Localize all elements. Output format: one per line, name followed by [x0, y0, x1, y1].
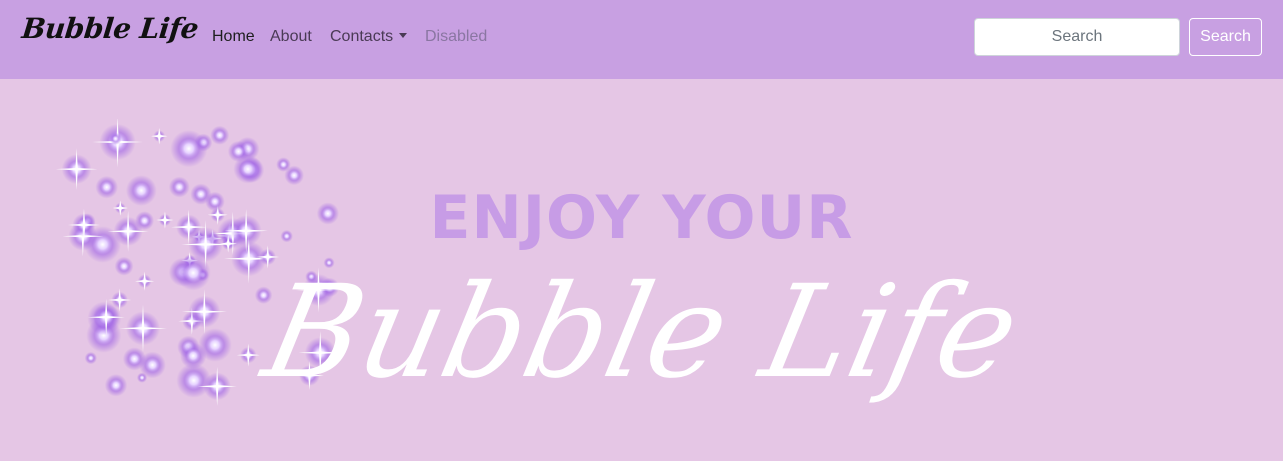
navbar: Bubble Life Home About Contacts Disabled… [0, 0, 1283, 79]
search-input[interactable] [974, 18, 1180, 56]
hero-banner: ENJOY YOUR Bubble Life [0, 79, 1283, 461]
hero-headline: ENJOY YOUR [429, 183, 854, 253]
hero-script-title: Bubble Life [252, 258, 1031, 407]
nav-dropdown-contacts[interactable]: Contacts [330, 28, 408, 46]
nav-link-contacts-label: Contacts [330, 28, 394, 45]
nav-link-about[interactable]: About [270, 28, 312, 46]
nav-link-disabled: Disabled [425, 28, 488, 45]
brand-logo[interactable]: Bubble Life [20, 12, 200, 45]
search-button[interactable]: Search [1189, 18, 1262, 56]
caret-down-icon [399, 33, 408, 38]
nav-link-home[interactable]: Home [212, 28, 255, 46]
